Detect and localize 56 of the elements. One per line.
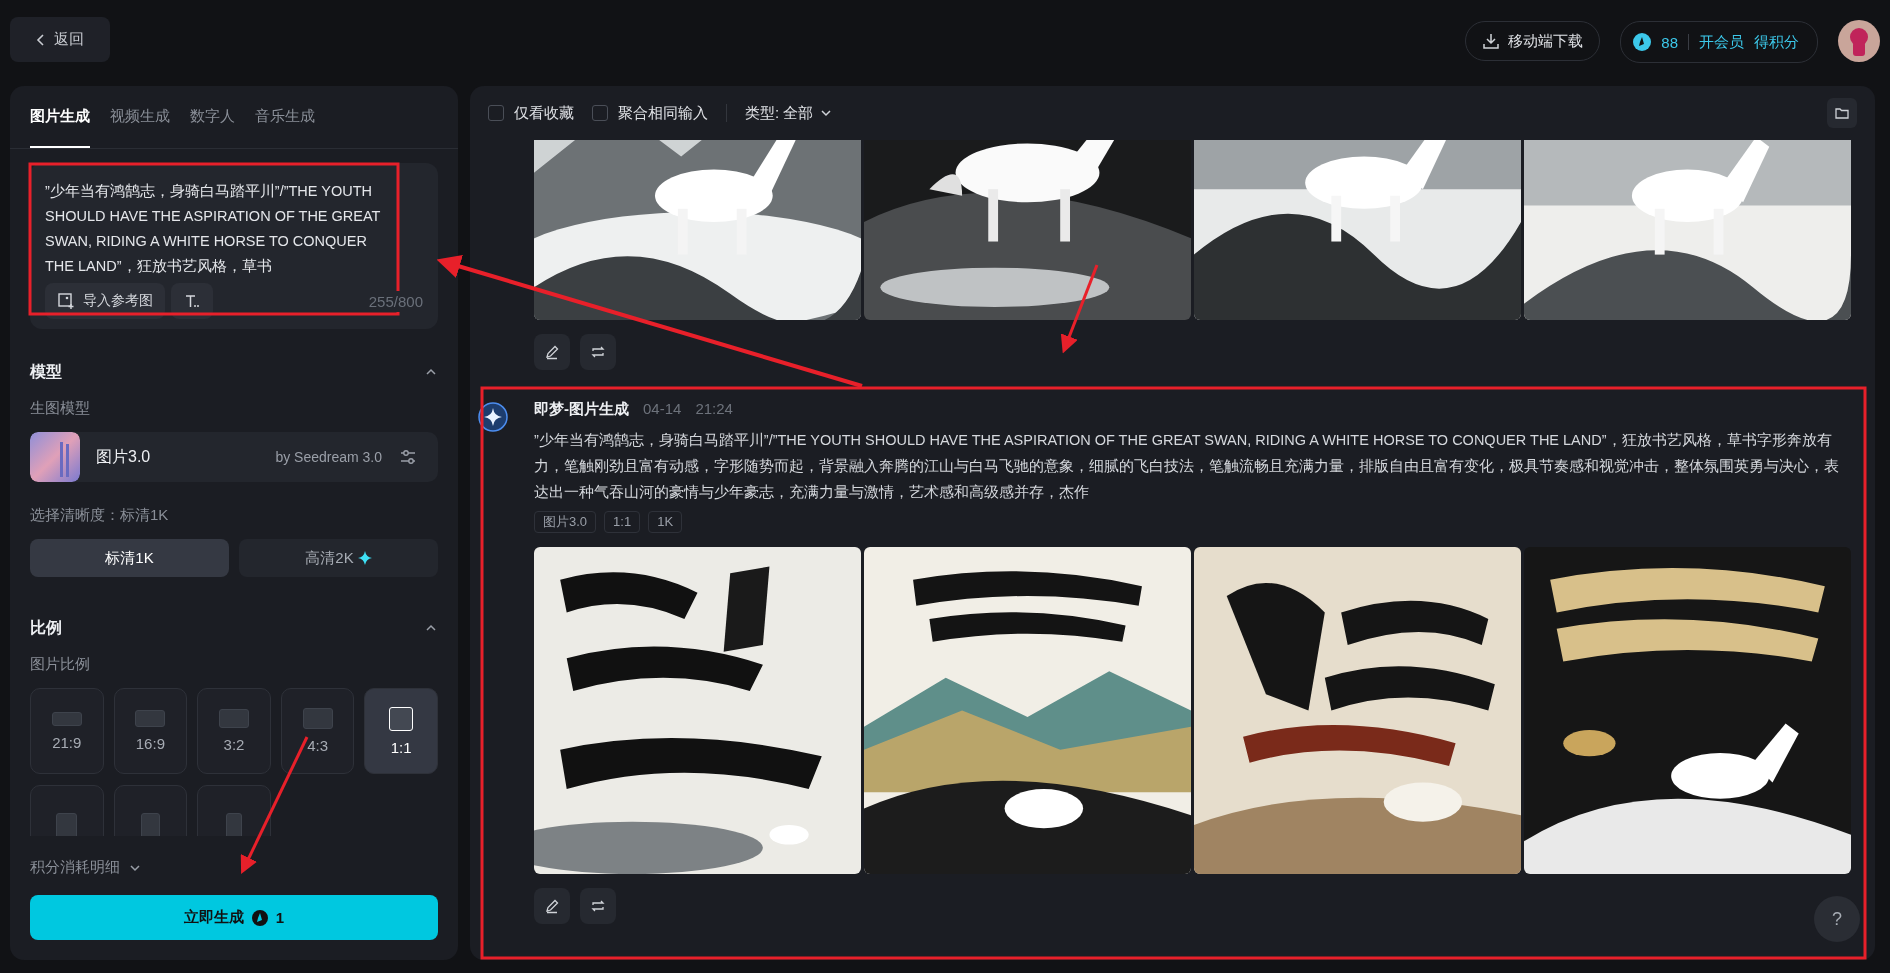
earn-credits-link[interactable]: 得积分 — [1754, 32, 1799, 52]
pencil-icon — [544, 898, 560, 914]
credits-icon — [251, 909, 268, 926]
mode-tab[interactable]: 数字人 — [190, 86, 235, 148]
model-selector[interactable]: 图片3.0 by Seedream 3.0 — [30, 432, 438, 482]
download-button[interactable]: 移动端下载 — [1465, 21, 1601, 61]
section-title: 模型 — [30, 361, 62, 382]
generate-button[interactable]: 立即生成 1 — [30, 895, 438, 940]
repeat-icon — [590, 344, 606, 360]
resolution-option[interactable]: 高清2K — [239, 539, 438, 577]
back-button[interactable]: 返回 — [10, 17, 110, 62]
settings-icon[interactable] — [398, 447, 418, 467]
field-label: 生图模型 — [30, 399, 91, 418]
help-button[interactable]: ? — [1814, 896, 1860, 942]
resolution-option[interactable]: 标清1K — [30, 539, 229, 577]
aspect-ratio-option[interactable]: 1:1 — [364, 688, 438, 774]
prompt-text: ”少年当有鸿鹄志，身骑白马踏平川”/”THE YOUTH SHOULD HAVE THE ASPIRATION OF THE GREAT SWAN, RIDING A WHITE HORSE TO CONQUER THE LAND”，狂放书艺风格，草书字形奔放有力，笔触刚劲且富有动感，字形随势而起，背景融入奔腾的江山与白马飞驰的意象，细腻的飞白技法，笔触流畅且充满力量，排版自由且富有变化，极具节奏感和视觉冲击，整体氛围英勇与决心，表达出一种气吞山河的豪情与少年豪志，充满力量与激情，艺术感和高级感并存，杰作 — [534, 431, 1840, 502]
mode-tab[interactable]: 图片生成 — [30, 86, 90, 148]
type-dropdown[interactable]: 类型: 全部 — [745, 103, 834, 123]
parameter-tag: 图片3.0 — [534, 511, 597, 533]
section-title: 比例 — [30, 617, 62, 638]
chevron-left-icon — [36, 32, 46, 47]
download-icon — [1482, 32, 1501, 50]
time-text: 21:24 — [695, 400, 733, 417]
credits-icon — [1633, 33, 1652, 51]
filter-checkbox[interactable]: 仅看收藏 — [488, 103, 574, 123]
bot-avatar-icon — [478, 402, 508, 432]
field-label: 选择清晰度：标清1K — [30, 506, 170, 525]
aspect-ratio-option[interactable]: 4:3 — [280, 688, 355, 774]
cost-details-toggle[interactable]: 积分消耗明细 — [30, 858, 142, 877]
folder-button[interactable] — [1827, 98, 1857, 128]
field-label: 图片比例 — [30, 655, 91, 674]
author-name: 即梦-图片生成 — [534, 400, 629, 419]
text-format-icon — [183, 292, 201, 310]
edit-button[interactable] — [534, 334, 570, 370]
date-text: 04-14 — [643, 400, 682, 417]
mode-tab[interactable]: 音乐生成 — [255, 86, 315, 148]
pencil-icon — [544, 344, 560, 360]
character-counter: 255/800 — [368, 290, 423, 312]
membership-link[interactable]: 开会员 — [1699, 32, 1744, 52]
avatar-icon[interactable] — [1838, 20, 1880, 62]
aspect-ratio-option[interactable]: 3:2 — [197, 688, 271, 774]
edit-button[interactable] — [534, 888, 570, 924]
credits-count: 88 — [1661, 33, 1678, 51]
add-image-icon — [57, 292, 75, 310]
regenerate-button[interactable] — [580, 334, 616, 370]
repeat-icon — [590, 898, 606, 914]
prompt-field[interactable]: ”少年当有鸿鹄志，身骑白马踏平川”/”THE YOUTH SHOULD HAVE THE ASPIRATION OF THE GREAT SWAN, RIDING A WHITE HORSE TO CONQUER THE LAND”，狂放书艺风格，草书 导入参考图 255/800 — [30, 163, 438, 329]
folder-icon — [1834, 105, 1850, 121]
parameter-tag: 1:1 — [604, 511, 641, 533]
parameter-tag: 1K — [648, 511, 683, 533]
aspect-ratio-option[interactable]: 21:9 — [30, 688, 104, 774]
mode-tab[interactable]: 视频生成 — [110, 86, 170, 148]
regenerate-button[interactable] — [580, 888, 616, 924]
filter-checkbox[interactable]: 聚合相同输入 — [592, 103, 708, 123]
aspect-ratio-option[interactable]: 16:9 — [113, 688, 188, 774]
